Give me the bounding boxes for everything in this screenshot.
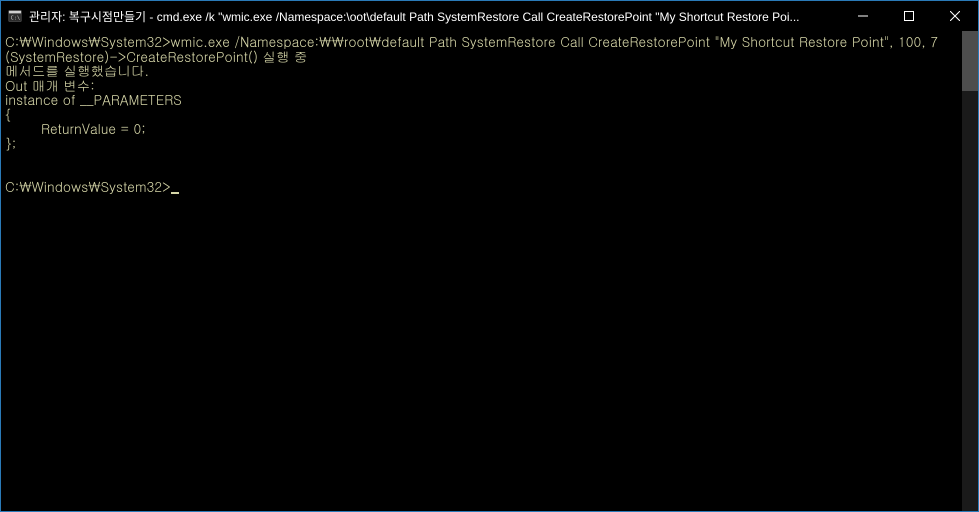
maximize-button[interactable] xyxy=(886,1,932,31)
prompt: C:\Windows\System32> xyxy=(5,177,171,196)
scrollbar-thumb[interactable] xyxy=(962,31,978,91)
output-line: ReturnValue = 0; xyxy=(5,119,146,138)
scrollbar[interactable] xyxy=(962,31,978,511)
terminal-content[interactable]: C:\Windows\System32>wmic.exe /Namespace:… xyxy=(1,31,962,511)
output-line: instance of __PARAMETERS xyxy=(5,90,182,109)
cmd-window: C:\ 관리자: 복구시점만들기 - cmd.exe /k "wmic.exe … xyxy=(0,0,979,512)
cursor-icon xyxy=(171,192,179,194)
window-controls xyxy=(840,1,978,31)
close-button[interactable] xyxy=(932,1,978,31)
terminal-area: C:\Windows\System32>wmic.exe /Namespace:… xyxy=(1,31,978,511)
cmd-icon: C:\ xyxy=(7,8,23,24)
window-title: 관리자: 복구시점만들기 - cmd.exe /k "wmic.exe /Nam… xyxy=(29,8,840,25)
titlebar[interactable]: C:\ 관리자: 복구시점만들기 - cmd.exe /k "wmic.exe … xyxy=(1,1,978,31)
output-line: }; xyxy=(5,134,16,153)
svg-text:C:\: C:\ xyxy=(11,16,20,22)
minimize-button[interactable] xyxy=(840,1,886,31)
